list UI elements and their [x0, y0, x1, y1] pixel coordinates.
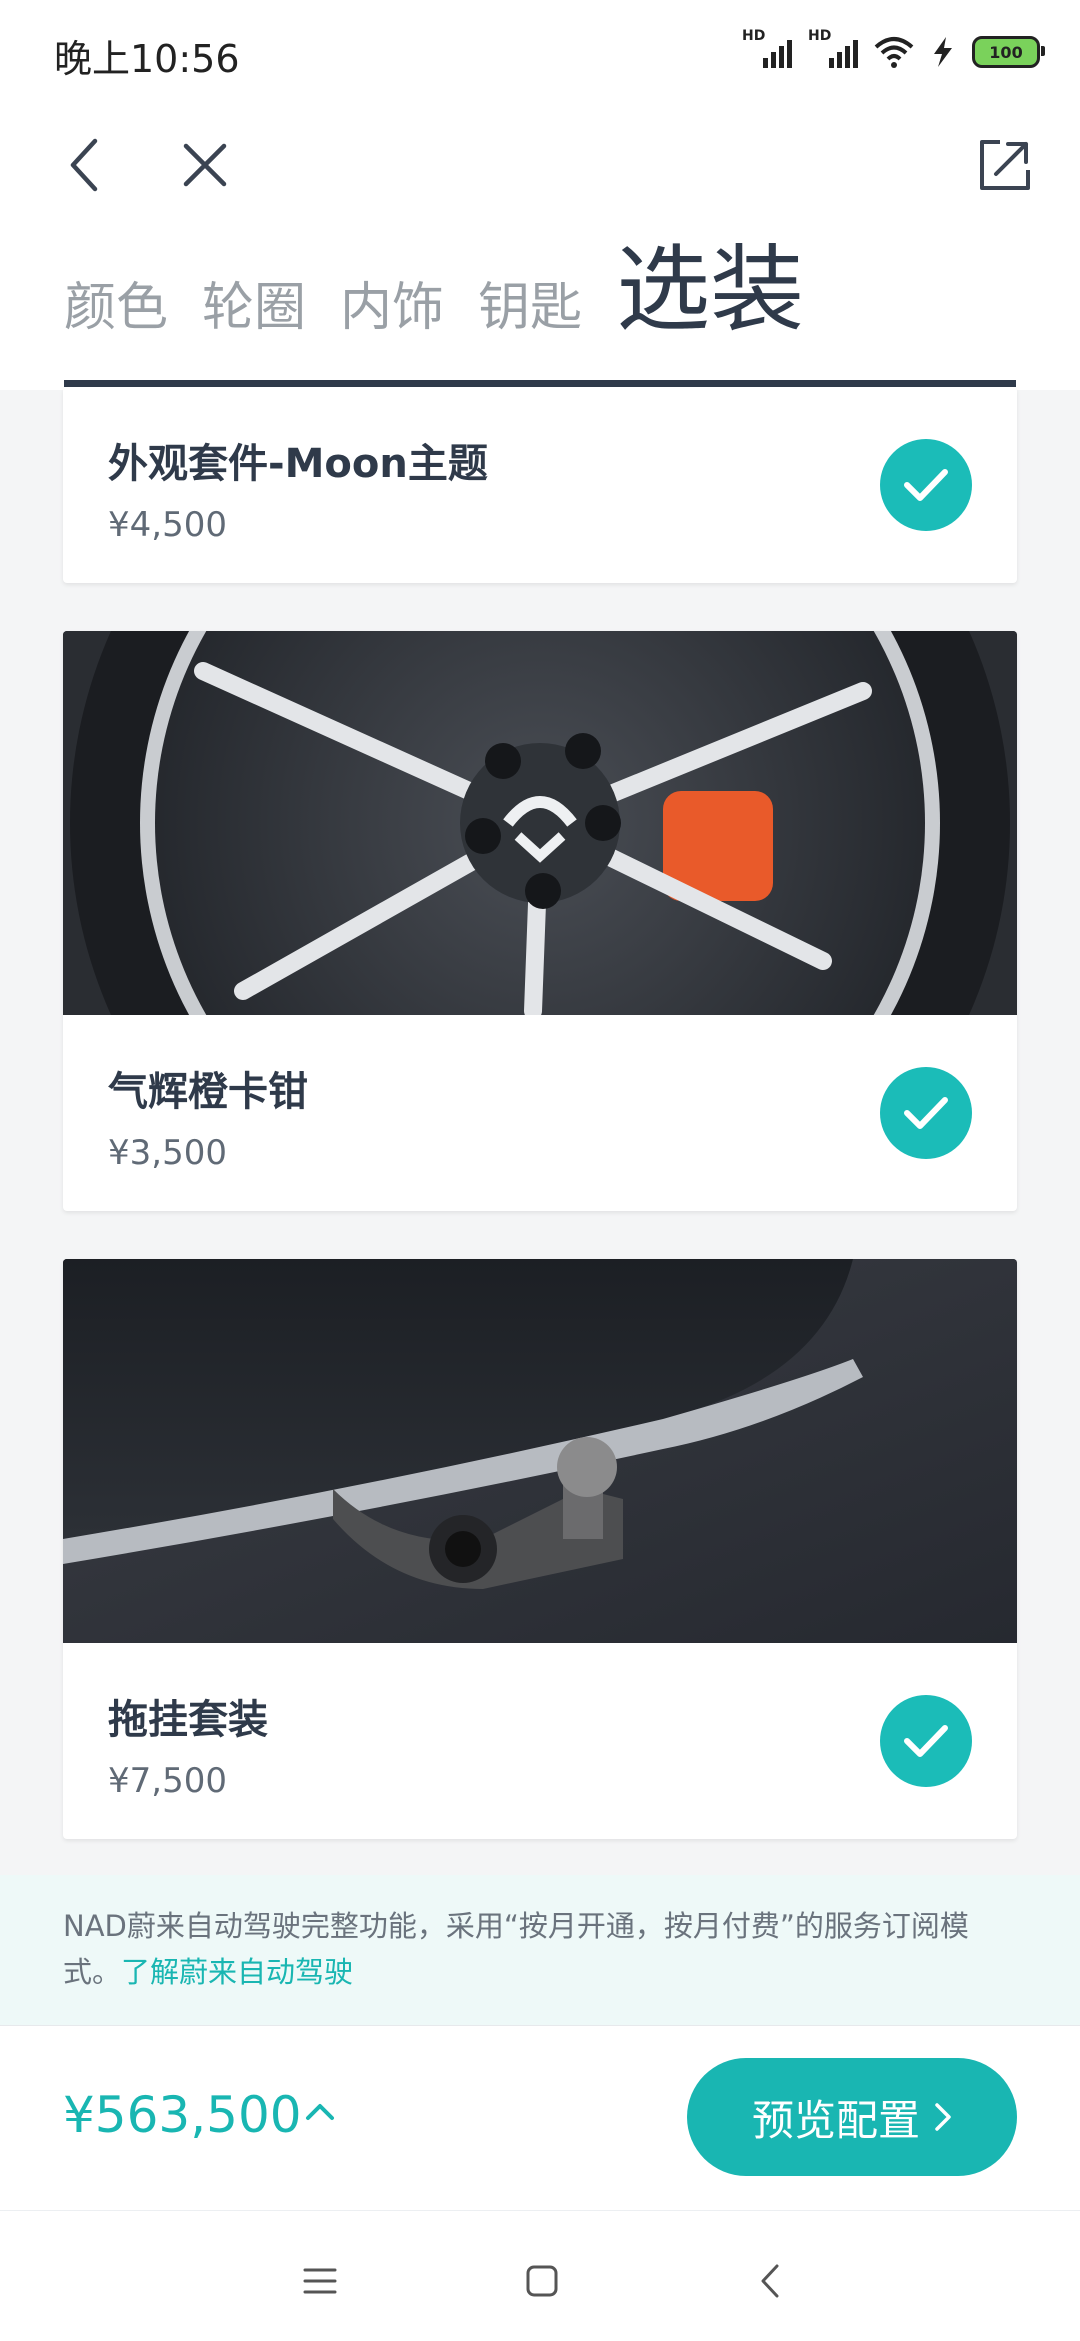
tab-underline [64, 380, 1016, 387]
price-bar: ¥563,500 预览配置 [0, 2025, 1080, 2211]
tab-bar: 颜色 轮圈 内饰 钥匙 选装 [64, 230, 1020, 350]
tab-color[interactable]: 颜色 [64, 265, 168, 350]
option-price: ¥3,500 [108, 1133, 227, 1173]
system-nav-bar [0, 2210, 1080, 2341]
option-check-button[interactable] [880, 1067, 972, 1159]
share-icon [980, 140, 1030, 190]
option-title: 气辉橙卡钳 [108, 1069, 308, 1115]
tab-interior[interactable]: 内饰 [340, 265, 444, 350]
signal-hd-label: HD [742, 28, 766, 44]
checkmark-icon [904, 1725, 948, 1757]
status-bar: 晚上10:56 HD HD 100 [0, 0, 1080, 100]
home-square-icon [526, 2265, 558, 2297]
menu-icon [303, 2268, 337, 2294]
battery-level: 100 [989, 42, 1023, 62]
total-price: ¥563,500 [63, 2086, 302, 2144]
back-button[interactable] [50, 130, 120, 200]
status-icons: HD HD 100 [742, 28, 1045, 74]
option-check-button[interactable] [880, 1695, 972, 1787]
system-back-button[interactable] [740, 2251, 800, 2311]
option-check-button[interactable] [880, 439, 972, 531]
option-card-moon-theme[interactable]: 外观套件-Moon主题 ¥4,500 [63, 387, 1017, 583]
preview-config-label: 预览配置 [751, 2095, 920, 2145]
chevron-up-icon [306, 2104, 334, 2120]
tab-key[interactable]: 钥匙 [478, 265, 582, 350]
option-title: 拖挂套装 [108, 1697, 268, 1743]
battery-icon: 100 [972, 36, 1045, 68]
checkmark-icon [904, 1097, 948, 1129]
system-home-button[interactable] [512, 2251, 572, 2311]
signal-icon: HD [808, 28, 858, 72]
header: 颜色 轮圈 内饰 钥匙 选装 [0, 100, 1080, 390]
wifi-icon [874, 37, 914, 68]
option-image-wheel [63, 631, 1017, 1015]
option-card-body: 外观套件-Moon主题 ¥4,500 [63, 387, 1017, 583]
nad-info-paragraph: NAD蔚来自动驾驶完整功能，采用“按月开通，按月付费”的服务订阅模式。了解蔚来自… [63, 1903, 1003, 1995]
preview-config-button[interactable]: 预览配置 [687, 2058, 1017, 2176]
option-title: 外观套件-Moon主题 [108, 441, 488, 487]
signal-icon: HD [742, 28, 792, 72]
status-time: 晚上10:56 [54, 37, 240, 81]
close-button[interactable] [170, 130, 240, 200]
option-price: ¥4,500 [108, 505, 227, 545]
options-list: 外观套件-Moon主题 ¥4,500 气辉橙卡钳 ¥3,500 拖挂套装 ¥7,… [63, 387, 1017, 1839]
tab-options[interactable]: 选装 [616, 214, 804, 350]
option-card-body: 气辉橙卡钳 ¥3,500 [63, 1015, 1017, 1211]
chevron-right-icon [935, 2103, 951, 2131]
option-card-body: 拖挂套装 ¥7,500 [63, 1643, 1017, 1839]
nad-learn-more-link[interactable]: 了解蔚来自动驾驶 [121, 1955, 353, 1989]
price-detail-toggle[interactable] [300, 2086, 340, 2136]
system-menu-button[interactable] [290, 2251, 350, 2311]
tab-wheels[interactable]: 轮圈 [202, 265, 306, 350]
option-card-tow-package[interactable]: 拖挂套装 ¥7,500 [63, 1259, 1017, 1839]
close-icon [183, 143, 227, 187]
bolt-icon [934, 37, 952, 67]
share-button[interactable] [970, 130, 1040, 200]
nad-info-banner: NAD蔚来自动驾驶完整功能，采用“按月开通，按月付费”的服务订阅模式。了解蔚来自… [0, 1875, 1080, 2025]
chevron-left-icon [70, 138, 98, 192]
option-image-tow-hitch [63, 1259, 1017, 1643]
checkmark-icon [904, 469, 948, 501]
back-triangle-icon [761, 2264, 779, 2298]
signal-hd-label: HD [808, 28, 832, 44]
option-price: ¥7,500 [108, 1761, 227, 1801]
option-card-orange-caliper[interactable]: 气辉橙卡钳 ¥3,500 [63, 631, 1017, 1211]
